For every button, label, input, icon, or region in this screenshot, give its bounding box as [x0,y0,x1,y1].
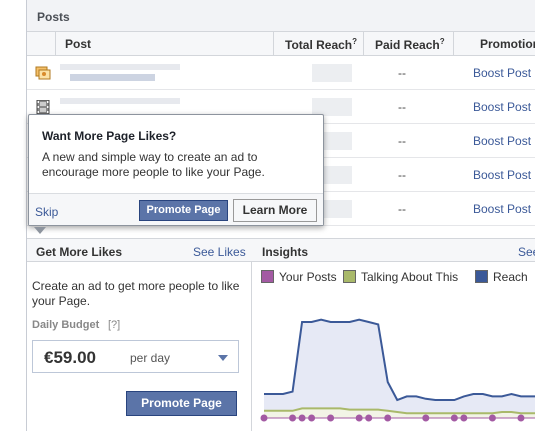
post-preview [70,74,155,81]
legend-label: Reach [493,270,528,284]
video-icon [36,100,50,114]
column-separator [273,32,274,56]
your-posts-point [365,414,373,422]
legend-swatch [261,270,274,283]
popover-footer: Skip Promote Page Learn More [29,193,323,225]
reach-area [264,319,535,418]
get-more-likes-title: Get More Likes [36,245,123,259]
your-posts-point [327,414,335,422]
table-row[interactable]: -- Boost Post [27,56,535,90]
get-more-likes-panel: Get More Likes See Likes Create an ad to… [26,238,252,431]
column-post[interactable]: Post [65,37,91,51]
your-posts-point [460,414,468,422]
legend-label: Your Posts [279,270,337,284]
photo-icon [35,66,51,80]
legend-talking-about-this[interactable]: Talking About This [343,270,458,284]
see-likes-link[interactable]: See Likes [193,245,246,259]
learn-more-button[interactable]: Learn More [233,199,317,222]
boost-post-link[interactable]: Boost Post [473,66,531,80]
insights-title: Insights [262,245,309,259]
reach-value [312,64,352,82]
your-posts-point [384,414,392,422]
legend-swatch [343,270,356,283]
boost-post-link[interactable]: Boost Post [473,202,531,216]
budget-unit: per day [130,351,171,365]
legend-swatch [475,270,488,283]
column-paid-reach[interactable]: Paid Reach? [375,37,445,52]
your-posts-point [422,414,430,422]
see-all-link[interactable]: See [518,245,535,259]
paid-reach-value: -- [398,100,406,114]
get-more-likes-header: Get More Likes See Likes [27,238,252,262]
column-separator [453,32,454,56]
your-posts-point [517,414,525,422]
column-separator [55,32,56,56]
column-promotion[interactable]: Promotion [480,37,535,51]
popover-caret [34,227,46,234]
boost-post-link[interactable]: Boost Post [473,100,531,114]
budget-help-link[interactable]: [?] [108,319,120,331]
chevron-down-icon [218,355,228,361]
paid-reach-value: -- [398,202,406,216]
post-preview [60,64,180,70]
promote-page-button[interactable]: Promote Page [126,391,237,416]
column-separator [363,32,364,56]
paid-reach-value: -- [398,66,406,80]
popover-text: A new and simple way to create an ad to … [42,150,265,179]
promote-page-button[interactable]: Promote Page [139,200,228,221]
your-posts-point [289,414,297,422]
legend-label: Talking About This [361,270,459,284]
your-posts-point [260,414,268,422]
column-total-reach[interactable]: Total Reach? [285,37,357,52]
get-more-likes-text: Create an ad to get more people to like … [32,279,240,308]
your-posts-point [450,414,458,422]
popover-title: Want More Page Likes? [42,129,177,143]
legend-your-posts[interactable]: Your Posts [261,270,337,284]
your-posts-point [298,414,306,422]
legend-reach[interactable]: Reach [475,270,528,284]
budget-amount: €59.00 [44,348,96,367]
posts-header: Posts [27,0,535,32]
boost-post-link[interactable]: Boost Post [473,134,531,148]
promote-page-popover: Want More Page Likes? A new and simple w… [28,114,324,234]
column-paid-reach-label: Paid Reach [375,38,440,52]
column-total-reach-label: Total Reach [285,38,353,52]
daily-budget-select[interactable]: €59.00 per day [32,340,239,373]
your-posts-point [308,414,316,422]
skip-link[interactable]: Skip [35,205,58,219]
your-posts-point [355,414,363,422]
posts-title: Posts [37,10,70,24]
boost-post-link[interactable]: Boost Post [473,168,531,182]
paid-reach-value: -- [398,134,406,148]
help-icon[interactable]: ? [352,37,357,46]
insights-header: Insights See [252,238,535,262]
help-icon[interactable]: ? [440,37,445,46]
posts-column-header: Post Total Reach? Paid Reach? Promotion [27,32,535,56]
paid-reach-value: -- [398,168,406,182]
insights-chart [260,318,535,422]
post-preview [60,98,180,104]
daily-budget-label: Daily Budget [32,319,100,331]
insights-panel: Insights See Your Posts Talking About Th… [252,238,535,431]
your-posts-point [488,414,496,422]
